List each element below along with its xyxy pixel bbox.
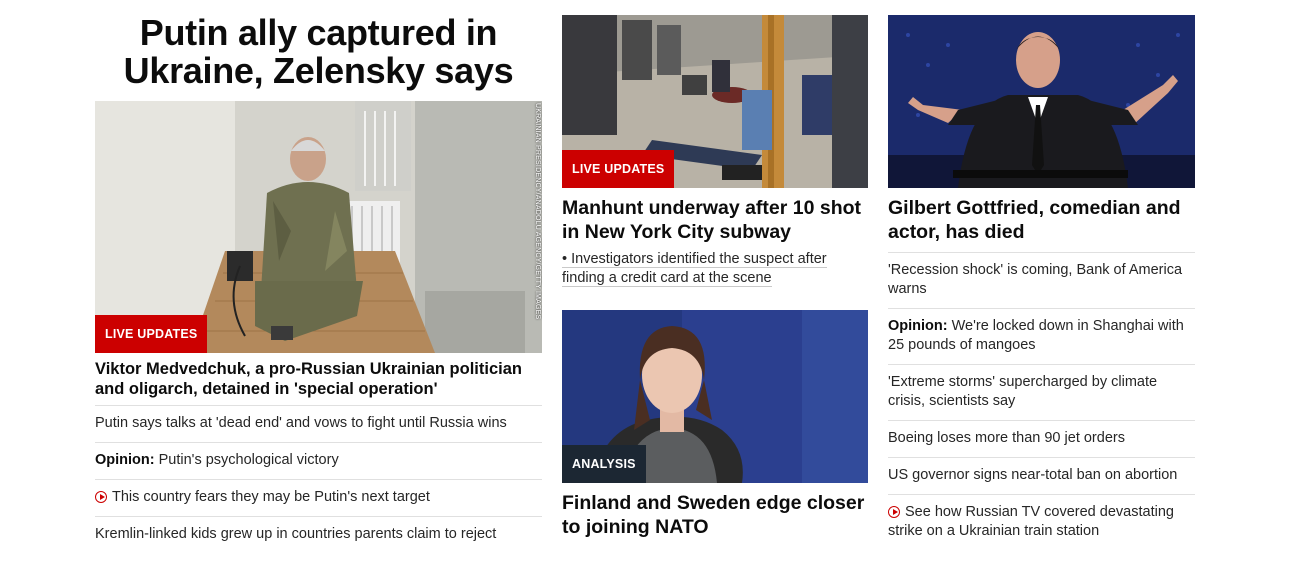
list-item[interactable]: 'Extreme storms' supercharged by climate… bbox=[888, 364, 1195, 420]
bullet: • bbox=[562, 251, 568, 267]
list-item[interactable]: Opinion: Putin's psychological victory bbox=[95, 442, 542, 479]
right-column: Gilbert Gottfried, comedian and actor, h… bbox=[888, 0, 1195, 550]
gottfried-story-image[interactable] bbox=[888, 15, 1195, 188]
live-updates-badge: LIVE UPDATES bbox=[562, 150, 675, 188]
list-item[interactable]: US governor signs near-total ban on abor… bbox=[888, 457, 1195, 494]
list-item[interactable]: See how Russian TV covered devastating s… bbox=[888, 494, 1195, 550]
live-updates-badge: LIVE UPDATES bbox=[95, 315, 208, 353]
comedian-photo bbox=[888, 15, 1195, 188]
subway-story-title[interactable]: Manhunt underway after 10 shot in New Yo… bbox=[562, 196, 868, 244]
opinion-label: Opinion: bbox=[888, 318, 948, 334]
play-icon bbox=[95, 491, 107, 503]
finland-story-image[interactable]: ANALYSIS bbox=[562, 310, 868, 483]
headlines-list: 'Recession shock' is coming, Bank of Ame… bbox=[888, 252, 1195, 550]
photo-credit: UKRAINIAN PRESIDENCY/ANADOLU AGENCY/GETT… bbox=[534, 103, 541, 320]
lead-story-image[interactable]: UKRAINIAN PRESIDENCY/ANADOLU AGENCY/GETT… bbox=[95, 101, 542, 353]
opinion-label: Opinion: bbox=[95, 452, 155, 468]
list-item[interactable]: Boeing loses more than 90 jet orders bbox=[888, 420, 1195, 457]
lead-story-column: Putin ally captured in Ukraine, Zelensky… bbox=[95, 0, 542, 553]
subway-story-sublink[interactable]: • Investigators identified the suspect a… bbox=[562, 250, 868, 288]
list-item[interactable]: Kremlin-linked kids grew up in countries… bbox=[95, 516, 542, 553]
lead-headline[interactable]: Putin ally captured in Ukraine, Zelensky… bbox=[95, 14, 542, 90]
list-item[interactable]: This country fears they may be Putin's n… bbox=[95, 479, 542, 516]
gottfried-story-title[interactable]: Gilbert Gottfried, comedian and actor, h… bbox=[888, 196, 1195, 244]
list-item[interactable]: 'Recession shock' is coming, Bank of Ame… bbox=[888, 252, 1195, 308]
list-item[interactable]: Putin says talks at 'dead end' and vows … bbox=[95, 405, 542, 442]
subway-story-image[interactable]: LIVE UPDATES bbox=[562, 15, 868, 188]
lead-story-title[interactable]: Viktor Medvedchuk, a pro-Russian Ukraini… bbox=[95, 359, 542, 399]
analysis-badge: ANALYSIS bbox=[562, 445, 646, 483]
related-links-list: Putin says talks at 'dead end' and vows … bbox=[95, 405, 542, 553]
list-item[interactable]: Opinion: We're locked down in Shanghai w… bbox=[888, 308, 1195, 364]
play-icon bbox=[888, 506, 900, 518]
middle-column: LIVE UPDATES Manhunt underway after 10 s… bbox=[562, 0, 868, 539]
finland-story-title[interactable]: Finland and Sweden edge closer to joinin… bbox=[562, 491, 868, 539]
